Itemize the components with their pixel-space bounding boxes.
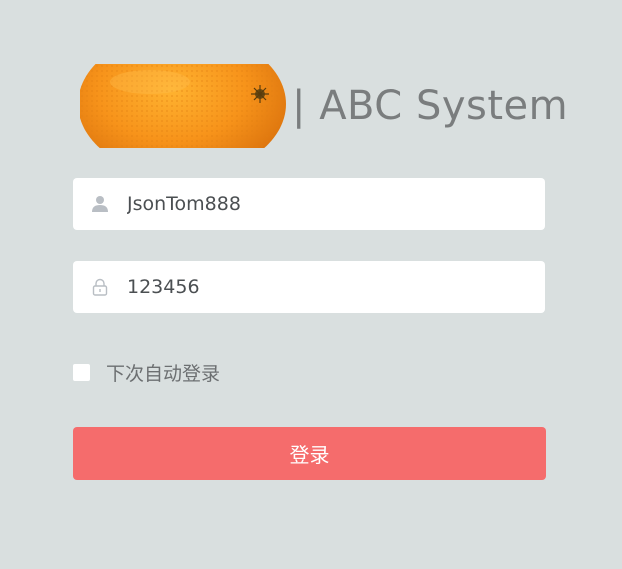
- username-field[interactable]: [73, 178, 545, 230]
- orange-logo-image: [80, 64, 286, 148]
- remember-label: 下次自动登录: [106, 363, 221, 385]
- user-icon: [73, 178, 127, 230]
- password-input[interactable]: [127, 276, 527, 298]
- header: | ABC System: [80, 64, 568, 148]
- login-button[interactable]: 登录: [73, 427, 546, 480]
- username-input[interactable]: [127, 193, 527, 215]
- remember-me[interactable]: 下次自动登录: [73, 359, 220, 386]
- lock-icon: [73, 261, 127, 313]
- login-page: | ABC System 下次自动登录 登录: [0, 0, 622, 569]
- app-title: | ABC System: [292, 83, 569, 129]
- password-field[interactable]: [73, 261, 545, 313]
- remember-checkbox[interactable]: [73, 364, 90, 381]
